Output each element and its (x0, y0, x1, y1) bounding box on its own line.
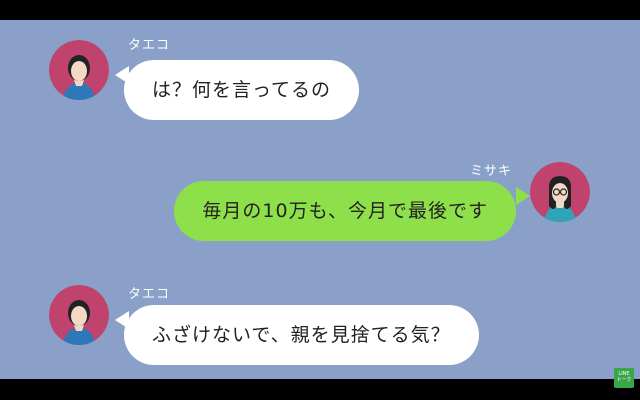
line-talk-logo: LINE トーク (614, 368, 634, 388)
message-bubble-taeko-1: は？何を言ってるの (124, 60, 360, 120)
woman-glasses-avatar-icon (530, 162, 590, 222)
message-bubble-misaki-1: 毎月の10万も、今月で最後です (174, 181, 516, 241)
chat-area: タエコ は？何を言ってるの ミサキ 毎月の10万も、今月で最後です タエコ ふざ… (0, 20, 640, 379)
avatar-taeko (49, 40, 109, 100)
message-bubble-taeko-2: ふざけないで、親を見捨てる気？ (124, 305, 479, 365)
bubble-tail (516, 187, 530, 205)
avatar-misaki (530, 162, 590, 222)
video-frame: タエコ は？何を言ってるの ミサキ 毎月の10万も、今月で最後です タエコ ふざ… (0, 0, 640, 400)
avatar-taeko (49, 285, 109, 345)
woman-avatar-icon (49, 40, 109, 100)
sender-name: タエコ (128, 287, 171, 302)
logo-line2: トーク (616, 377, 632, 383)
sender-name: ミサキ (470, 164, 513, 179)
sender-name: タエコ (128, 38, 171, 53)
woman-avatar-icon (49, 285, 109, 345)
